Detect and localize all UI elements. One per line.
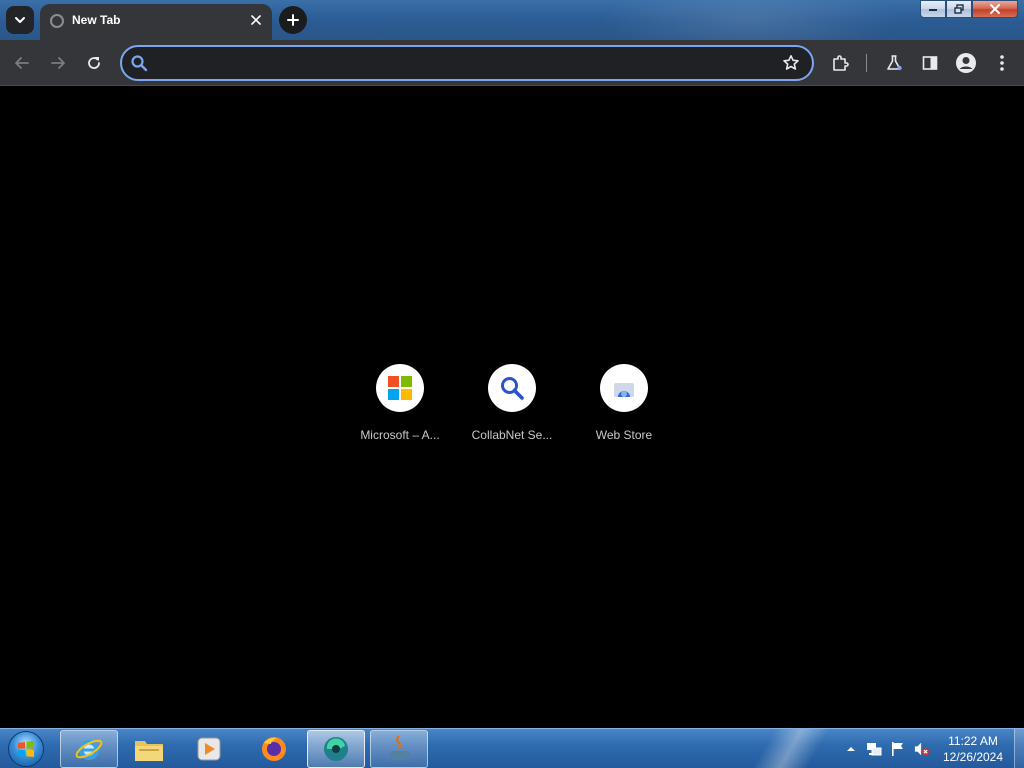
- close-icon: [251, 15, 261, 25]
- new-tab-page: Microsoft – A... CollabNet Se... Web Sto…: [0, 87, 1024, 728]
- address-bar[interactable]: [120, 45, 814, 81]
- action-center-tray-icon[interactable]: [890, 741, 906, 757]
- internet-explorer-icon: [75, 739, 103, 760]
- close-icon: [990, 4, 1000, 14]
- puzzle-icon: [833, 55, 849, 71]
- reload-button[interactable]: [82, 51, 106, 75]
- shortcut-icon-circle: [376, 364, 424, 412]
- java-icon: [391, 735, 410, 761]
- chevron-down-icon: [15, 17, 25, 23]
- toolbar-divider: [866, 54, 867, 72]
- taskbar-browser-active[interactable]: [307, 730, 365, 768]
- bookmark-star-icon[interactable]: [782, 54, 800, 72]
- avatar-icon: [956, 53, 976, 73]
- shortcut-web-store[interactable]: Web Store: [568, 363, 680, 453]
- more-vert-icon: [1000, 55, 1004, 71]
- side-panel-icon: [922, 56, 938, 70]
- back-arrow-icon: [15, 57, 29, 69]
- system-clock[interactable]: 11:22 AM 12/26/2024: [934, 733, 1012, 765]
- media-player-icon: [197, 737, 221, 761]
- minimize-icon: [929, 9, 937, 11]
- chevron-up-icon: [847, 747, 855, 751]
- tab-search-button[interactable]: [6, 6, 34, 34]
- firefox-icon: [262, 737, 286, 761]
- shortcut-microsoft[interactable]: Microsoft – A...: [344, 363, 456, 453]
- extensions-button[interactable]: [828, 51, 852, 75]
- restore-button[interactable]: [946, 0, 972, 18]
- network-tray-icon[interactable]: [866, 741, 882, 757]
- plus-icon: [287, 14, 299, 26]
- shortcut-collabnet[interactable]: CollabNet Se...: [456, 363, 568, 453]
- restore-icon: [954, 4, 964, 14]
- flag-icon: [892, 742, 903, 756]
- volume-tray-icon[interactable]: [914, 741, 930, 757]
- taskbar-internet-explorer[interactable]: [60, 730, 118, 768]
- side-panel-button[interactable]: [918, 51, 942, 75]
- web-store-icon: [614, 383, 634, 397]
- start-button[interactable]: [8, 731, 44, 767]
- minimize-button[interactable]: [920, 0, 946, 18]
- shortcut-icon-circle: [488, 364, 536, 412]
- labs-button[interactable]: [882, 51, 906, 75]
- title-bar: New Tab: [0, 0, 1024, 40]
- window-controls: [920, 0, 1018, 18]
- menu-button[interactable]: [990, 51, 1014, 75]
- search-icon: [131, 55, 148, 72]
- address-input[interactable]: [154, 51, 774, 75]
- speaker-muted-icon: [914, 742, 930, 756]
- new-tab-button[interactable]: [279, 6, 307, 34]
- taskbar: 11:22 AM 12/26/2024: [0, 728, 1024, 768]
- taskbar-media-player[interactable]: [180, 730, 238, 768]
- microsoft-logo-icon: [388, 376, 412, 400]
- clock-date: 12/26/2024: [942, 750, 1004, 764]
- taskbar-firefox[interactable]: [245, 730, 303, 768]
- taskbar-java[interactable]: [370, 730, 428, 768]
- shortcut-label: Web Store: [595, 428, 653, 442]
- shortcut-label: Microsoft – A...: [360, 428, 440, 442]
- profile-button[interactable]: [954, 51, 978, 75]
- tab-new-tab[interactable]: New Tab: [40, 4, 272, 40]
- shortcut-icon-circle: [600, 364, 648, 412]
- tab-title: New Tab: [72, 13, 121, 27]
- file-explorer-icon: [135, 741, 163, 761]
- close-window-button[interactable]: [972, 0, 1018, 18]
- forward-arrow-icon: [51, 57, 65, 69]
- shortcut-label: CollabNet Se...: [471, 428, 553, 442]
- globe-icon: [50, 14, 64, 28]
- windows-logo-icon: [18, 741, 34, 757]
- taskbar-file-explorer[interactable]: [120, 730, 178, 768]
- tray-overflow-button[interactable]: [843, 741, 859, 757]
- search-magnifier-icon: [501, 377, 524, 400]
- browser-app-icon: [324, 737, 348, 761]
- reload-icon: [88, 57, 100, 69]
- clock-time: 11:22 AM: [948, 734, 998, 748]
- forward-button[interactable]: [46, 51, 70, 75]
- back-button[interactable]: [10, 51, 34, 75]
- network-icon: [867, 743, 882, 756]
- show-desktop-button[interactable]: [1014, 729, 1024, 768]
- browser-toolbar: [0, 40, 1024, 86]
- flask-icon: [887, 55, 902, 71]
- tab-close-button[interactable]: [248, 12, 264, 28]
